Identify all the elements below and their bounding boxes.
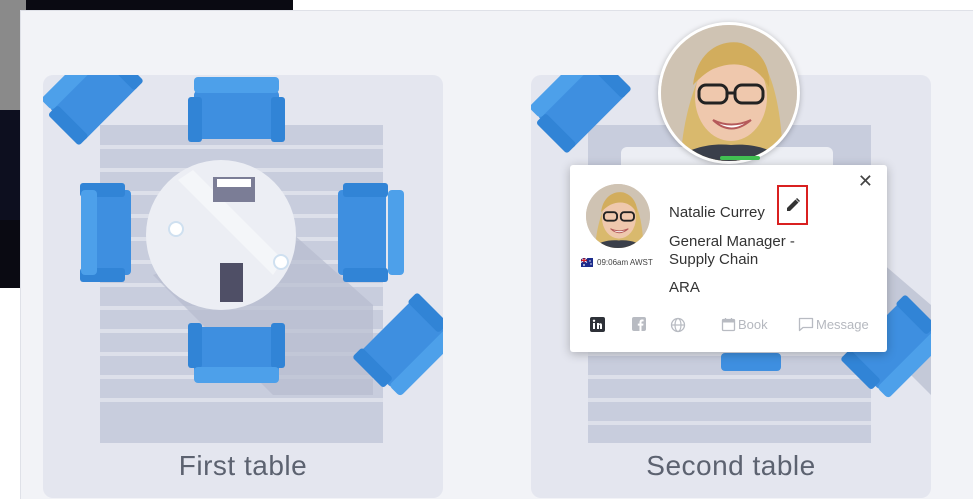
- message-icon: [798, 317, 814, 332]
- table-label-second: Second table: [646, 450, 816, 481]
- portrait-image: [586, 184, 650, 248]
- profile-avatar-large[interactable]: [658, 22, 800, 164]
- profile-avatar-small: [586, 184, 650, 248]
- edit-button[interactable]: [777, 185, 808, 225]
- person-title: General Manager - Supply Chain: [669, 233, 795, 268]
- book-button[interactable]: Book: [721, 317, 768, 332]
- website-button[interactable]: [670, 317, 686, 333]
- person-name: Natalie Currey: [669, 204, 765, 221]
- linkedin-icon: [590, 317, 605, 332]
- facebook-icon: [632, 317, 646, 331]
- portrait-image: [661, 25, 797, 161]
- calendar-icon: [721, 318, 736, 332]
- australia-flag-icon: [581, 258, 593, 267]
- chair-left: [80, 183, 131, 282]
- message-label: Message: [816, 317, 869, 332]
- table-card-first[interactable]: First table: [43, 75, 443, 498]
- facebook-button[interactable]: [632, 317, 646, 331]
- person-company: ARA: [669, 279, 700, 296]
- book-label: Book: [738, 317, 768, 332]
- online-status-indicator: [720, 156, 760, 160]
- close-icon[interactable]: ✕: [858, 171, 873, 191]
- message-button[interactable]: Message: [798, 317, 869, 332]
- chair-top: [188, 77, 285, 142]
- notebook: [220, 263, 243, 302]
- local-time: 09:06am AWST: [581, 258, 653, 267]
- cup: [168, 221, 184, 237]
- chair-bottom: [721, 353, 781, 371]
- table-label-first: First table: [178, 450, 308, 481]
- globe-icon: [670, 317, 686, 333]
- cup: [273, 254, 289, 270]
- profile-actions: Book Message: [590, 317, 880, 337]
- floor-plan-first: [43, 75, 443, 443]
- profile-popover: ✕ 09:06am AWST Natalie Currey General Ma…: [570, 165, 887, 352]
- chair-right: [338, 183, 404, 282]
- chair-bottom: [188, 323, 285, 383]
- timezone-text: 09:06am AWST: [597, 258, 653, 267]
- pencil-icon: [786, 197, 800, 211]
- linkedin-button[interactable]: [590, 317, 605, 332]
